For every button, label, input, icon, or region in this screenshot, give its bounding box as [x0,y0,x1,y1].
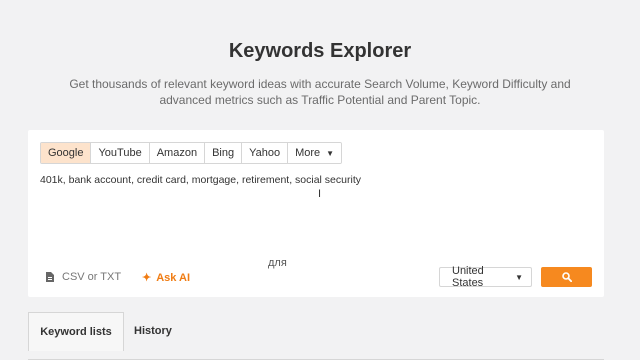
text-cursor-icon: I [318,188,322,200]
search-button[interactable] [541,267,592,287]
country-select-value: United States [452,265,484,289]
csv-upload-button[interactable]: CSV or TXT [46,271,121,283]
tab-bing[interactable]: Bing [205,143,243,163]
bottom-tabs: Keyword lists History [28,312,604,360]
country-select[interactable]: United States ▼ [439,265,532,289]
tab-amazon[interactable]: Amazon [149,143,206,163]
tab-history[interactable]: History [134,312,172,350]
tab-more-label: More [295,147,321,159]
page-subtitle: Get thousands of relevant keyword ideas … [69,77,571,107]
search-card: Google YouTube Amazon Bing Yahoo More ▼ C… [28,130,604,297]
tab-keyword-lists[interactable]: Keyword lists [28,312,124,351]
tab-google[interactable]: Google [41,143,92,163]
caret-down-icon: ▼ [326,149,335,158]
search-icon [561,272,572,282]
page-title: Keywords Explorer [228,40,412,62]
ask-ai-button[interactable]: ✦ Ask AI [142,271,191,285]
ask-ai-label: Ask AI [156,271,191,284]
overlay-caption: для [268,257,287,269]
sparkle-icon: ✦ [142,272,152,284]
search-engine-tabs: Google YouTube Amazon Bing Yahoo More ▼ [40,142,343,164]
tab-youtube[interactable]: YouTube [91,143,150,163]
keywords-input[interactable] [40,174,580,254]
file-icon [46,272,54,282]
tab-yahoo[interactable]: Yahoo [242,143,289,163]
csv-upload-label: CSV or TXT [62,271,122,283]
tab-more[interactable]: More ▼ [288,143,342,163]
chevron-down-icon: ▼ [515,272,523,282]
